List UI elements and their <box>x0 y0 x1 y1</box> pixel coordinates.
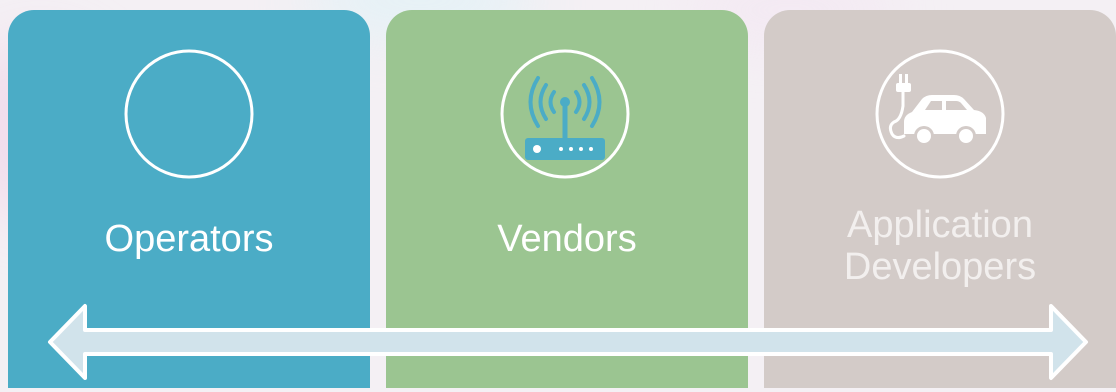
operators-label: Operators <box>104 218 274 260</box>
operators-icon-wrap <box>123 48 255 180</box>
empty-circle-icon <box>124 49 254 179</box>
double-headed-arrow <box>48 304 1088 380</box>
application-developers-label-line-1: Application <box>847 204 1033 246</box>
electric-car-icon <box>875 49 1005 179</box>
vendors-label: Vendors <box>497 218 637 260</box>
application-developers-icon-wrap <box>874 48 1006 180</box>
application-developers-label-line-2: Developers <box>843 246 1037 288</box>
application-developers-label: Application Developers <box>764 204 1116 288</box>
vendors-icon-wrap <box>499 48 631 180</box>
wifi-router-icon <box>500 49 630 179</box>
